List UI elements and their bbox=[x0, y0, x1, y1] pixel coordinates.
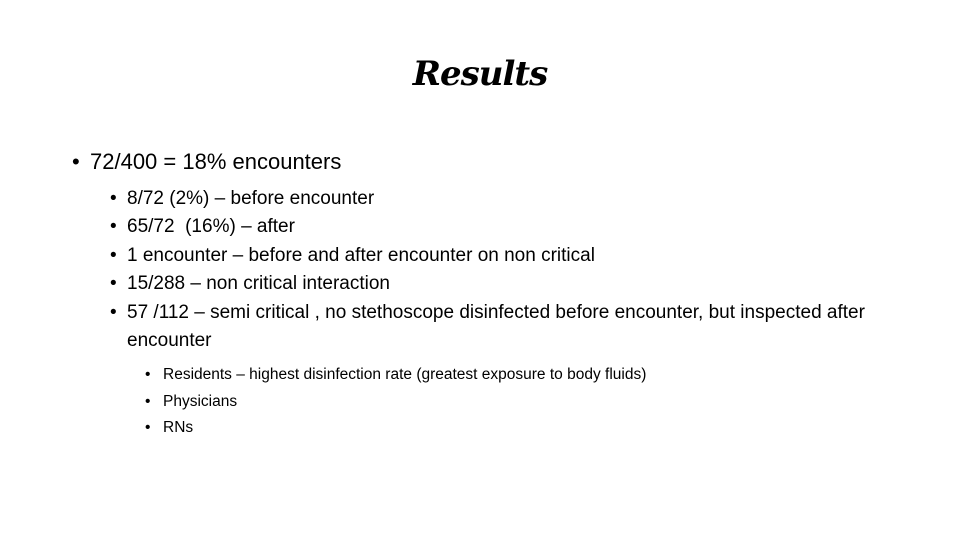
bullet-icon: • bbox=[110, 188, 117, 209]
bullet-icon: • bbox=[110, 216, 117, 238]
list-item-text: RNs bbox=[163, 419, 194, 436]
bullet-icon: • bbox=[145, 366, 151, 383]
bullet-list-level-3: • Residents – highest disinfection rate … bbox=[145, 362, 845, 442]
bullet-icon: • bbox=[145, 392, 151, 410]
bullet-list-level-1: • 72/400 = 18% encounters bbox=[72, 147, 341, 177]
bullet-icon: • bbox=[110, 301, 117, 323]
bullet-icon: • bbox=[72, 149, 80, 174]
list-item-text: Physicians bbox=[163, 392, 238, 410]
list-item-text: 8/72 (2%) – before encounter bbox=[127, 188, 375, 209]
list-item: • Residents – highest disinfection rate … bbox=[145, 362, 845, 389]
list-item: • 65/72 (16%) – after bbox=[110, 213, 870, 241]
list-item: • 1 encounter – before and after encount… bbox=[110, 242, 870, 270]
list-item: • 15/288 – non critical interaction bbox=[110, 270, 870, 298]
list-item-text: 15/288 – non critical interaction bbox=[127, 273, 390, 295]
list-item: • 72/400 = 18% encounters bbox=[72, 147, 341, 177]
bullet-list-level-2: • 8/72 (2%) – before encounter • 65/72 (… bbox=[110, 185, 870, 355]
list-item-text: 57 /112 – semi critical , no stethoscope… bbox=[127, 301, 865, 352]
list-item: • RNs bbox=[145, 415, 845, 442]
slide-title: Results bbox=[412, 54, 549, 94]
list-item: • 8/72 (2%) – before encounter bbox=[110, 185, 870, 213]
list-item-text: Residents – highest disinfection rate (g… bbox=[163, 366, 647, 383]
list-item-text: 72/400 = 18% encounters bbox=[90, 149, 342, 174]
list-item-text: 1 encounter – before and after encounter… bbox=[127, 244, 595, 266]
bullet-icon: • bbox=[110, 244, 117, 266]
bullet-icon: • bbox=[110, 273, 117, 295]
bullet-icon: • bbox=[145, 419, 151, 436]
list-item: • Physicians bbox=[145, 389, 845, 416]
list-item: • 57 /112 – semi critical , no stethosco… bbox=[110, 299, 870, 356]
list-item-text: 65/72 (16%) – after bbox=[127, 216, 295, 238]
